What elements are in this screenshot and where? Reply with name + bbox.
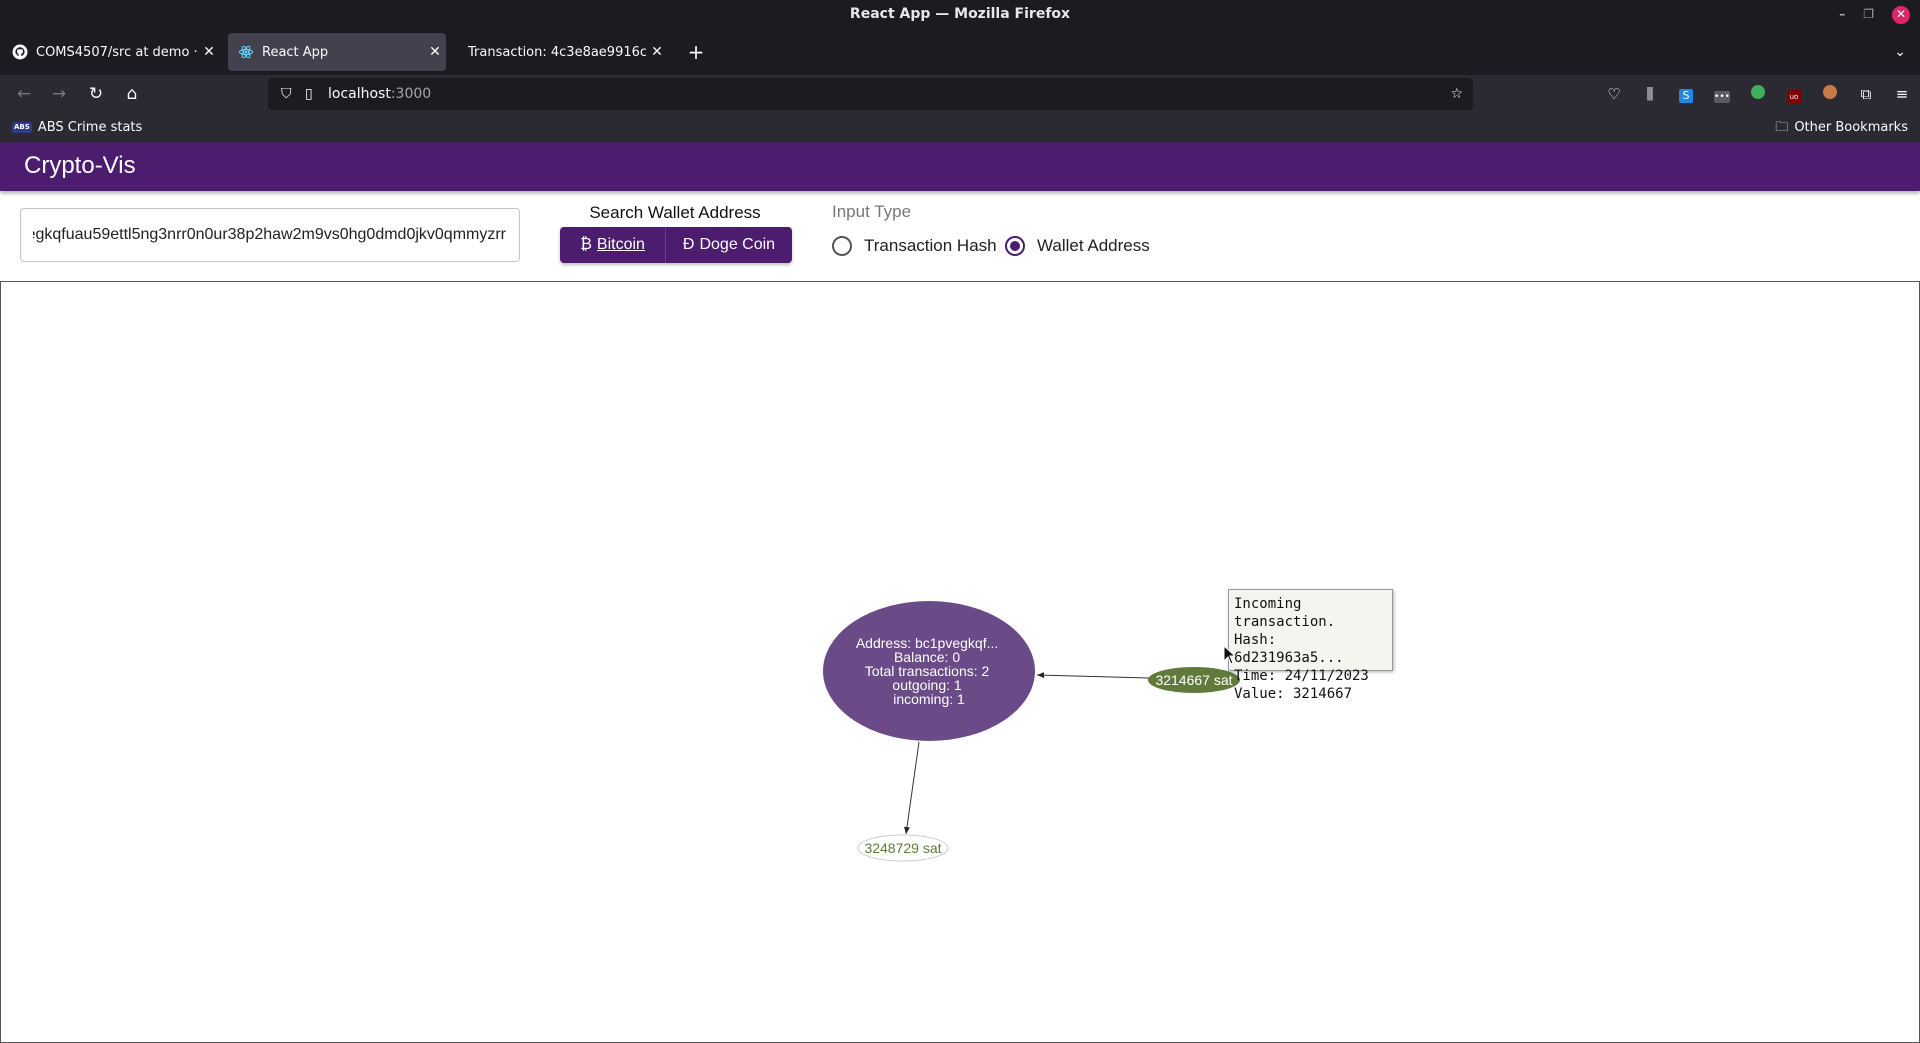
transaction-graph[interactable]: Address: bc1pvegkqf... Balance: 0 Total … xyxy=(0,281,1920,1043)
pocket-icon[interactable]: ♡ xyxy=(1596,85,1632,103)
home-icon[interactable]: ⌂ xyxy=(118,80,146,108)
shield-icon[interactable]: ⛉ xyxy=(281,78,292,110)
folder-icon: 🗀 xyxy=(1775,120,1789,135)
bitcoin-button[interactable]: ₿ Bitcoin xyxy=(560,227,666,263)
tooltip-line: Incoming transaction. xyxy=(1234,596,1336,630)
mouse-cursor-icon xyxy=(1223,645,1237,665)
dogecoin-icon: Ð xyxy=(682,236,695,253)
radio-label: Wallet Address xyxy=(1037,236,1150,255)
github-icon xyxy=(12,44,28,60)
tab-title: React App xyxy=(262,44,329,60)
restore-icon[interactable]: ❐ xyxy=(1863,0,1874,29)
extension-mask-icon[interactable] xyxy=(1812,85,1848,103)
close-tab-icon[interactable]: ✕ xyxy=(646,44,668,60)
bookmark-star-icon[interactable]: ☆ xyxy=(1450,78,1463,110)
url-port: :3000 xyxy=(390,86,432,102)
bookmark-abs-crime-stats[interactable]: ABS ABS Crime stats xyxy=(12,113,142,142)
reload-icon[interactable]: ↻ xyxy=(82,80,110,108)
app-header: Crypto-Vis xyxy=(0,142,1920,191)
navigation-bar: ← → ↻ ⌂ ⛉ ▯ localhost:3000 ☆ ♡ ⫼ S ••• u… xyxy=(0,75,1920,113)
tab-transaction[interactable]: Transaction: 4c3e8ae9916cfb8 ✕ xyxy=(450,33,668,71)
wallet-node-line: incoming: 1 xyxy=(893,691,965,707)
graph-canvas[interactable]: Address: bc1pvegkqf... Balance: 0 Total … xyxy=(1,282,1919,1042)
back-icon[interactable]: ← xyxy=(10,80,38,108)
tab-title: COMS4507/src at demo · La xyxy=(36,44,198,60)
radio-unchecked[interactable] xyxy=(832,236,852,256)
new-tab-icon[interactable]: + xyxy=(685,33,707,71)
react-icon xyxy=(239,45,253,59)
radio-transaction-hash[interactable]: Transaction Hash xyxy=(832,234,997,258)
tooltip-line: Value: 3214667 xyxy=(1234,686,1353,702)
bookmarks-bar: ABS ABS Crime stats 🗀 Other Bookmarks xyxy=(0,113,1920,142)
menu-icon[interactable]: ≡ xyxy=(1884,85,1920,103)
extension-s-icon[interactable]: S xyxy=(1668,85,1704,103)
incoming-edge xyxy=(1036,672,1150,679)
other-bookmarks-label: Other Bookmarks xyxy=(1794,120,1908,135)
close-tab-icon[interactable]: ✕ xyxy=(424,44,446,60)
close-tab-icon[interactable]: ✕ xyxy=(198,44,220,60)
library-icon[interactable]: ⫼ xyxy=(1632,85,1668,103)
bitcoin-label: Bitcoin xyxy=(596,236,645,253)
minimize-icon[interactable]: – xyxy=(1839,0,1845,29)
ublock-icon[interactable]: uo xyxy=(1776,85,1812,104)
coin-button-group: ₿ Bitcoin Ð Doge Coin xyxy=(560,227,792,263)
forward-icon[interactable]: → xyxy=(45,80,73,108)
input-type-label: Input Type xyxy=(832,202,912,221)
bitcoin-icon: ₿ xyxy=(580,236,592,253)
window-title-bar: React App — Mozilla Firefox – ❐ ✕ xyxy=(0,0,1920,29)
url-bar[interactable]: ⛉ ▯ localhost:3000 ☆ xyxy=(268,78,1473,110)
search-label: Search Wallet Address xyxy=(589,203,761,222)
radio-wallet-address[interactable]: Wallet Address xyxy=(1005,234,1150,258)
url-text[interactable]: localhost:3000 xyxy=(328,78,431,110)
page-icon[interactable]: ▯ xyxy=(305,78,313,110)
tooltip-line: Time: 24/11/2023 xyxy=(1234,668,1369,684)
tab-title: Transaction: 4c3e8ae9916cfb8 xyxy=(468,44,646,60)
extension-globe-icon[interactable] xyxy=(1740,85,1776,103)
tab-react-app[interactable]: React App ✕ xyxy=(228,33,446,71)
app-title: Crypto-Vis xyxy=(24,152,136,179)
incoming-node-label: 3214667 sat xyxy=(1155,672,1232,688)
bookmark-label: ABS Crime stats xyxy=(37,120,143,135)
list-all-tabs-icon[interactable]: ⌄ xyxy=(1894,33,1906,71)
url-host: localhost xyxy=(328,86,391,102)
other-bookmarks[interactable]: 🗀 Other Bookmarks xyxy=(1775,113,1908,142)
radio-label: Transaction Hash xyxy=(864,236,997,255)
abs-logo-icon: ABS xyxy=(12,122,32,133)
dogecoin-label: Doge Coin xyxy=(699,236,776,253)
dogecoin-button[interactable]: Ð Doge Coin xyxy=(666,227,792,263)
close-window-icon[interactable]: ✕ xyxy=(1892,5,1910,24)
outgoing-node-label: 3248729 sat xyxy=(864,840,941,856)
tab-github[interactable]: COMS4507/src at demo · La ✕ xyxy=(2,33,220,71)
radio-checked[interactable] xyxy=(1005,236,1025,256)
window-title: React App — Mozilla Firefox xyxy=(849,6,1071,22)
outgoing-edge xyxy=(904,741,920,835)
extensions-puzzle-icon[interactable]: ⧉ xyxy=(1848,85,1884,103)
extension-dots-icon[interactable]: ••• xyxy=(1704,85,1740,103)
tooltip-line: Hash: 6d231963a5... xyxy=(1234,632,1344,666)
tab-strip: COMS4507/src at demo · La ✕ React App ✕ … xyxy=(0,29,1920,75)
wallet-search-input[interactable] xyxy=(20,208,520,262)
transaction-tooltip: Incoming transaction. Hash: 6d231963a5..… xyxy=(1228,589,1393,702)
